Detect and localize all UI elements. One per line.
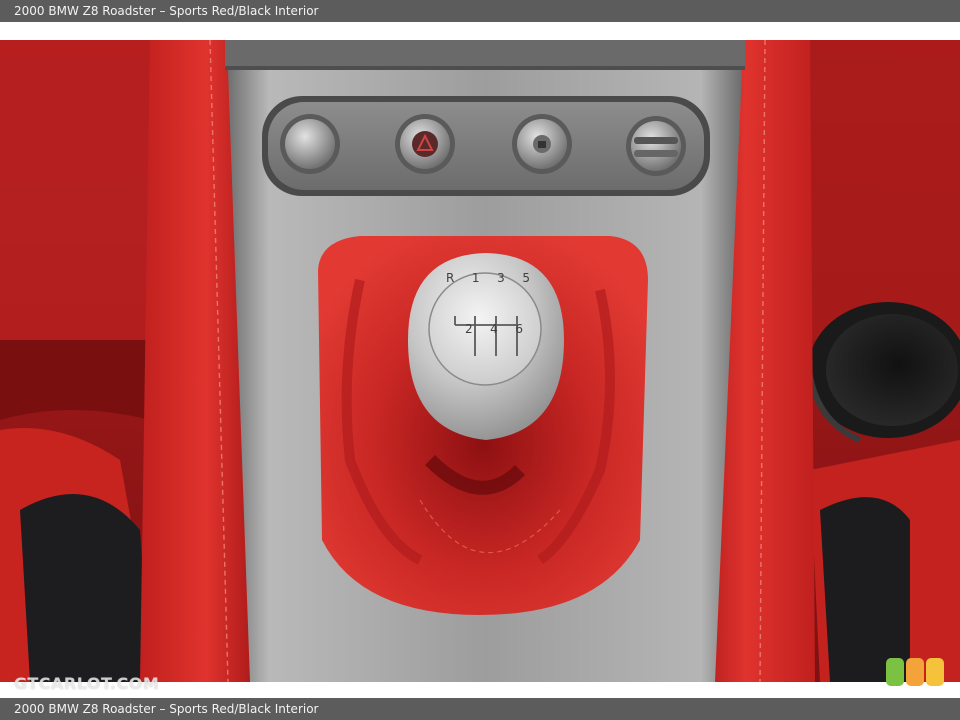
gear-label: 3 xyxy=(497,271,505,285)
hazard-button xyxy=(395,114,455,174)
gear-pattern-bottom: 2 4 6 xyxy=(465,322,523,336)
gear-label: 1 xyxy=(471,271,480,285)
gear-label: R xyxy=(446,271,455,285)
gear-label: 6 xyxy=(515,322,523,336)
switch-button-1 xyxy=(280,114,340,174)
cup-holder xyxy=(805,302,960,443)
right-seat xyxy=(810,440,960,682)
gear-label: 2 xyxy=(465,322,473,336)
rating-badge xyxy=(886,658,946,688)
gear-label: 4 xyxy=(490,322,498,336)
photo-title-bottom: 2000 BMW Z8 Roadster – Sports Red/Black … xyxy=(0,698,960,720)
badge-orange-pill xyxy=(906,658,924,686)
badge-green-pill xyxy=(886,658,904,686)
badge-yellow-pill xyxy=(926,658,944,686)
watermark: GTCARLOT.COM xyxy=(14,674,160,693)
window-switch xyxy=(626,116,686,176)
gear-pattern-top: R 1 3 5 xyxy=(446,271,530,285)
car-interior-photo: R 1 3 5 2 4 6 xyxy=(0,40,960,682)
gear-label: 5 xyxy=(522,271,530,285)
photo-title-top: 2000 BMW Z8 Roadster – Sports Red/Black … xyxy=(0,0,960,22)
lock-button xyxy=(512,114,572,174)
